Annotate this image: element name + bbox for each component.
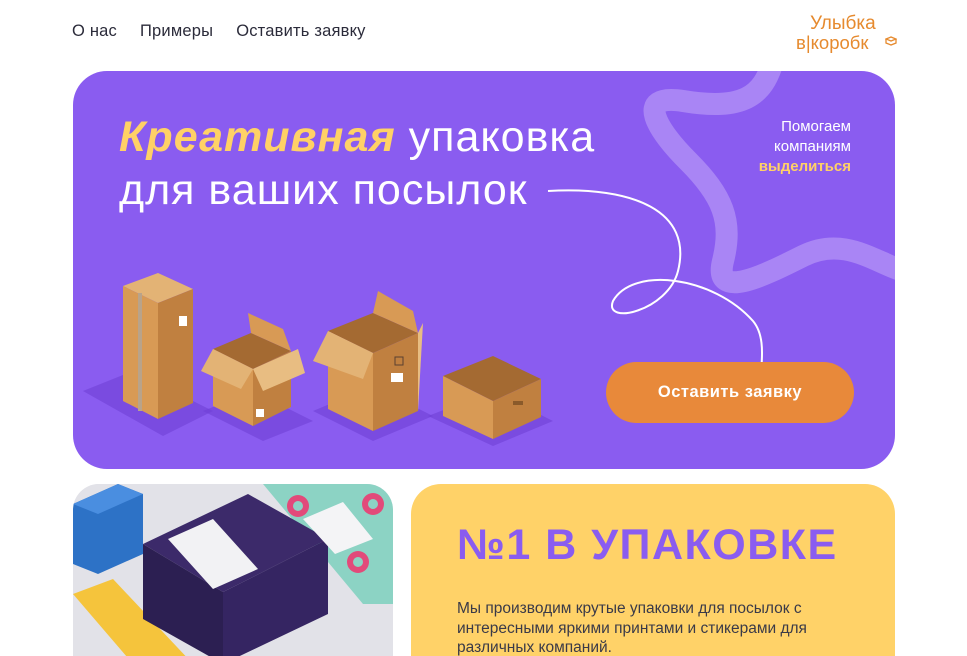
nav-link-request[interactable]: Оставить заявку	[236, 22, 365, 41]
nav-link-about[interactable]: О нас	[72, 22, 117, 41]
feature-title: №1 В УПАКОВКЕ	[457, 521, 838, 569]
packaging-photo	[73, 484, 393, 656]
logo-line-2: в|коробк	[796, 32, 869, 53]
tagline-line-2: компаниям	[774, 138, 851, 155]
packaging-photo-image	[73, 484, 393, 656]
hero-title-accent: Креативная	[119, 113, 396, 161]
hero-title-rest: упаковка	[395, 113, 596, 161]
hero-title-line-2: для ваших посылок	[119, 166, 528, 214]
top-nav: О нас Примеры Оставить заявку	[72, 22, 366, 41]
hero-title: Креативная упаковка для ваших посылок	[119, 111, 595, 217]
tall-box	[123, 273, 193, 419]
tagline-highlight: выделиться	[758, 158, 851, 175]
hero-banner: Креативная упаковка для ваших посылок По…	[73, 71, 895, 469]
tagline-line-1: Помогаем	[781, 118, 851, 135]
box-icon	[885, 36, 897, 46]
feature-text: Мы производим крутые упаковки для посыло…	[457, 600, 807, 656]
hero-tagline: Помогаем компаниям выделиться	[759, 117, 851, 177]
nav-link-examples[interactable]: Примеры	[140, 22, 213, 41]
request-button[interactable]: Оставить заявку	[606, 362, 854, 423]
feature-card: №1 В УПАКОВКЕ Мы производим крутые упако…	[411, 484, 895, 656]
logo-line-1: Улыбка	[810, 13, 876, 34]
cardboard-boxes-illustration	[83, 273, 553, 446]
logo[interactable]: Улыбка в|коробк	[796, 14, 900, 54]
